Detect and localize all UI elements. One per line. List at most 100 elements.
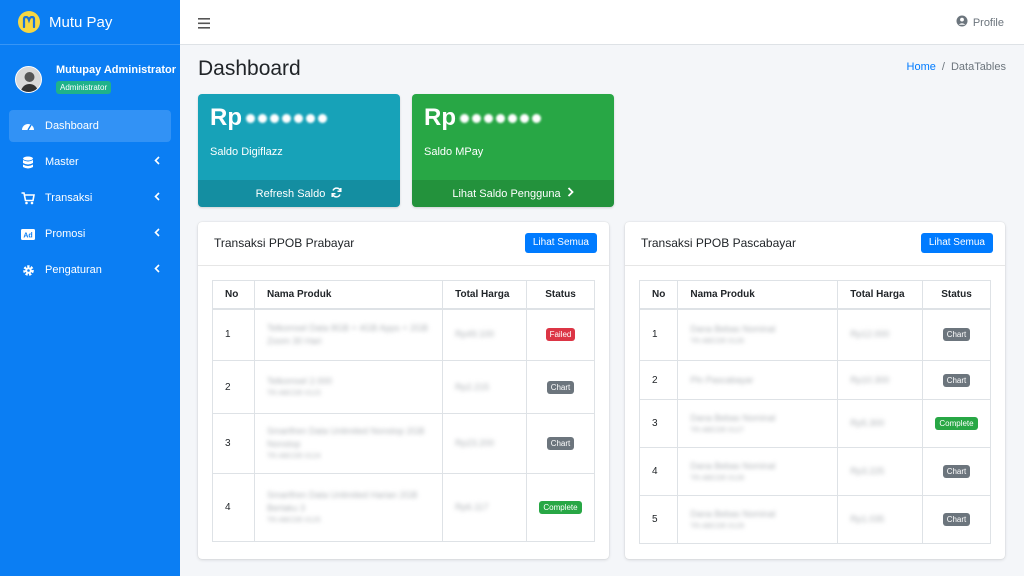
user-circle-icon (956, 15, 968, 30)
brand-logo-icon (18, 11, 40, 33)
pascabayar-table: No Nama Produk Total Harga Status 1 Dana… (638, 280, 992, 544)
row-no: 3 (212, 413, 255, 474)
refresh-icon (331, 186, 342, 201)
product-cell: Dana Bebas Nominal TR-ABCDE-0128 (677, 447, 839, 496)
column-header-nama-produk: Nama Produk (253, 280, 444, 310)
row-no: 1 (212, 308, 255, 361)
price-cell: Rp49.100 (442, 308, 527, 361)
status-badge: Failed (545, 328, 576, 342)
user-role-badge: Administrator (56, 80, 112, 94)
product-cell: Smartfren Data Unlimited Harian 2GB Berl… (253, 473, 444, 542)
sidebar-item-pengaturan[interactable]: Pengaturan (9, 254, 171, 286)
table-row[interactable]: 4 Smartfren Data Unlimited Harian 2GB Be… (212, 473, 596, 542)
price: Rp1.035 (850, 514, 885, 524)
page-title: Dashboard (198, 57, 301, 80)
product-cell: Smartfren Data Unlimited Nonstop 2GB Non… (253, 413, 444, 474)
refresh-saldo-link[interactable]: Refresh Saldo (198, 180, 400, 207)
transaction-id: TR-ABCDE-0125 (266, 517, 321, 524)
table-row[interactable]: 3 Dana Bebas Nominal TR-ABCDE-0127 Rp5.30… (638, 399, 992, 448)
transaction-id: TR-ABCDE-0127 (690, 426, 745, 434)
lihat-saldo-pengguna-link[interactable]: Lihat Saldo Pengguna (412, 180, 614, 207)
status-badge: Chart (546, 437, 575, 450)
product-cell: Dana Bebas Nominal TR-ABCDE-0127 (677, 399, 839, 448)
product-cell: Dana Bebas Nominal TR-ABCDE-0129 (677, 495, 839, 544)
product-cell: Telkomsel Data 8GB + 4GB Apps + 2GB Zoom… (253, 308, 444, 361)
lihat-semua-pascabayar-button[interactable]: Lihat Semua (920, 233, 993, 253)
sidebar-item-label: Dashboard (45, 120, 99, 132)
product-name: Dana Bebas Nominal (690, 460, 776, 471)
sidebar-item-transaksi[interactable]: Transaksi (9, 182, 171, 214)
sidebar-item-master[interactable]: Master (9, 146, 171, 178)
table-row[interactable]: 2 Pln Pascabayar Rp10.300 Chart (638, 360, 992, 400)
saldo-mpay-amount: Rp (424, 104, 602, 132)
row-no: 1 (638, 308, 679, 361)
lihat-semua-prabayar-button[interactable]: Lihat Semua (524, 233, 597, 253)
product-cell: Pln Pascabayar (677, 360, 839, 400)
price: Rp10.300 (850, 374, 890, 385)
column-header-status: Status (921, 280, 992, 310)
column-header-total-harga: Total Harga (442, 280, 527, 310)
transaction-id: TR-ABCDE-0124 (266, 453, 321, 460)
user-panel[interactable]: Mutupay Administrator Administrator (0, 45, 180, 101)
breadcrumb-home[interactable]: Home (907, 61, 936, 73)
transaction-id: TR-ABCDE-0129 (690, 522, 745, 530)
cart-icon (20, 191, 36, 205)
pascabayar-title: Transaksi PPOB Pascabayar (641, 236, 796, 250)
pascabayar-card: Transaksi PPOB Pascabayar Lihat Semua No… (625, 222, 1005, 559)
table-row[interactable]: 3 Smartfren Data Unlimited Nonstop 2GB N… (212, 413, 596, 474)
price: Rp2.215 (455, 381, 490, 392)
dashboard-icon (20, 119, 36, 133)
product-name: Smartfren Data Unlimited Nonstop 2GB Non… (266, 426, 425, 449)
sidebar-item-dashboard[interactable]: Dashboard (9, 110, 171, 142)
product-name: Telkomsel Data 8GB + 4GB Apps + 2GB Zoom… (266, 322, 429, 346)
table-row[interactable]: 1 Dana Bebas Nominal TR-ABCDE-0126 Rp12.0… (638, 308, 992, 361)
status-badge: Complete (935, 417, 978, 430)
price-cell: Rp2.215 (442, 360, 527, 414)
status-cell: Complete (921, 399, 992, 448)
product-cell: Dana Bebas Nominal TR-ABCDE-0126 (677, 308, 839, 361)
prabayar-title: Transaksi PPOB Prabayar (214, 236, 355, 250)
chevron-left-icon (154, 192, 160, 204)
brand[interactable]: Mutu Pay (0, 0, 180, 45)
ad-icon: Ad (20, 227, 36, 241)
saldo-mpay-label: Saldo MPay (424, 146, 484, 158)
status-badge: Chart (942, 328, 971, 342)
masked-balance (246, 113, 327, 123)
profile-link[interactable]: Profile (956, 15, 1004, 30)
saldo-digiflazz-box: Rp Saldo Digiflazz Refresh Saldo (198, 94, 400, 207)
product-name: Dana Bebas Nominal (690, 508, 776, 519)
table-row[interactable]: 2 Telkomsel 2.000 TR-ABCDE-0123 Rp2.215 C… (212, 360, 596, 414)
status-badge: Chart (942, 465, 971, 478)
price-cell: Rp6.117 (442, 473, 527, 542)
prabayar-table: No Nama Produk Total Harga Status 1 Telk… (212, 280, 596, 542)
status-badge: Chart (942, 373, 971, 387)
status-cell: Chart (921, 447, 992, 496)
database-icon (20, 155, 36, 169)
breadcrumb-separator: / (941, 61, 945, 73)
sidebar-item-promosi[interactable]: Ad Promosi (9, 218, 171, 250)
column-header-nama-produk: Nama Produk (677, 280, 839, 310)
svg-text:Ad: Ad (23, 232, 32, 239)
product-name: Telkomsel 2.000 (266, 376, 333, 386)
column-header-status: Status (525, 280, 596, 310)
status-badge: Complete (539, 501, 582, 514)
table-row[interactable]: 4 Dana Bebas Nominal TR-ABCDE-0128 Rp3.22… (638, 447, 992, 496)
sidebar-item-label: Promosi (45, 228, 86, 240)
column-header-no: No (638, 280, 679, 310)
status-cell: Chart (921, 495, 992, 544)
currency-label: Rp (424, 104, 456, 131)
currency-label: Rp (210, 104, 242, 131)
status-cell: Chart (525, 360, 596, 414)
table-row[interactable]: 1 Telkomsel Data 8GB + 4GB Apps + 2GB Zo… (212, 308, 596, 361)
breadcrumb: Home / DataTables (907, 61, 1006, 73)
saldo-digiflazz-amount: Rp (210, 104, 388, 132)
column-header-total-harga: Total Harga (837, 280, 923, 310)
status-cell: Failed (525, 308, 596, 361)
menu-toggle-icon[interactable] (198, 16, 210, 29)
sidebar-nav: Dashboard Master Transaksi Ad Promosi Pe… (0, 101, 180, 286)
lihat-saldo-label: Lihat Saldo Pengguna (452, 187, 561, 200)
row-no: 2 (212, 360, 255, 414)
row-no: 5 (638, 495, 679, 544)
row-no: 4 (212, 473, 255, 542)
table-row[interactable]: 5 Dana Bebas Nominal TR-ABCDE-0129 Rp1.03… (638, 495, 992, 544)
